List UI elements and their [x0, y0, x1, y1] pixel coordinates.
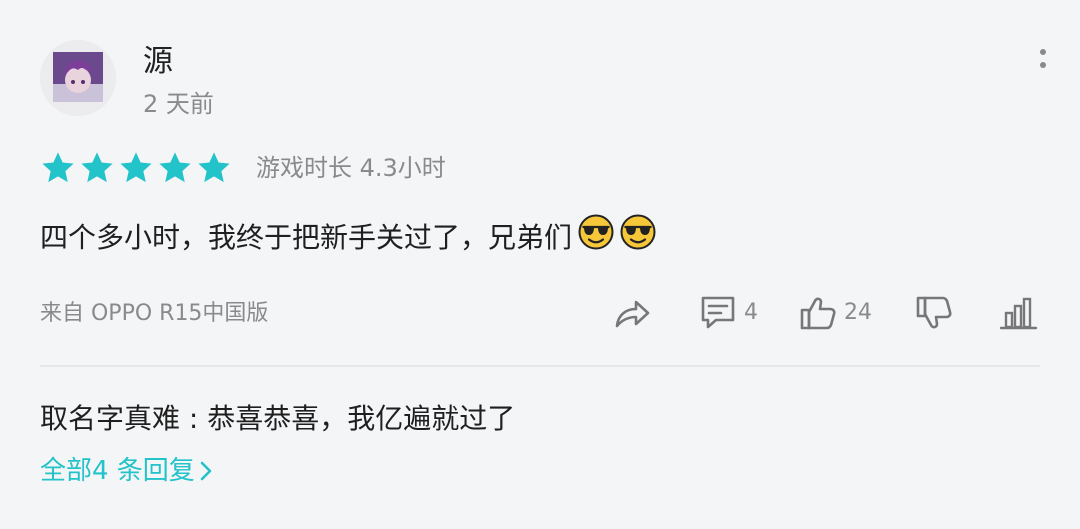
- star-icon: [120, 152, 152, 183]
- chevron-right-icon: [200, 461, 212, 481]
- share-button[interactable]: [612, 290, 652, 336]
- star-icon: [42, 152, 74, 183]
- stats-button[interactable]: [998, 290, 1038, 336]
- dislike-button[interactable]: [914, 290, 954, 336]
- review-card: 源 2 天前 游戏时长 4.3小时 四个多小时，我终于把新手关过了，兄弟们 来自…: [0, 0, 1080, 529]
- thumbs-down-icon: [916, 296, 952, 329]
- sunglasses-emoji: [578, 214, 614, 250]
- post-time: 2 天前: [143, 90, 214, 118]
- username[interactable]: 源: [143, 42, 173, 82]
- divider: [40, 365, 1040, 367]
- thumbs-up-icon: [800, 297, 836, 330]
- playtime-label: 游戏时长 4.3小时: [256, 154, 446, 182]
- device-label: 来自 OPPO R15中国版: [40, 301, 269, 326]
- like-button[interactable]: 24: [798, 290, 872, 336]
- star-rating: [40, 150, 232, 186]
- star-icon: [81, 152, 113, 183]
- bar-chart-icon: [999, 297, 1038, 330]
- comment-icon: [701, 296, 735, 329]
- star-icon: [159, 152, 191, 183]
- share-icon: [615, 300, 650, 328]
- review-emojis: [572, 214, 656, 262]
- sunglasses-emoji: [620, 214, 656, 250]
- more-options-button[interactable]: [1028, 40, 1058, 76]
- all-replies-label: 全部4 条回复: [40, 456, 195, 486]
- reply-text: 恭喜恭喜，我亿遍就过了: [207, 402, 516, 435]
- comment-button[interactable]: 4: [698, 290, 758, 336]
- star-icon: [198, 152, 230, 183]
- rating-row: 游戏时长 4.3小时: [40, 148, 446, 188]
- review-text: 四个多小时，我终于把新手关过了，兄弟们: [40, 221, 573, 254]
- all-replies-link[interactable]: 全部4 条回复: [40, 452, 213, 490]
- more-dot-icon: [1040, 61, 1046, 68]
- reply-author: 取名字真难: [40, 402, 181, 435]
- reply-preview[interactable]: 取名字真难 : 恭喜恭喜，我亿遍就过了: [40, 398, 515, 440]
- comment-count: 4: [744, 300, 758, 325]
- review-body: 四个多小时，我终于把新手关过了，兄弟们: [40, 214, 656, 262]
- avatar[interactable]: [40, 40, 116, 116]
- more-dot-icon: [1040, 48, 1046, 55]
- like-count: 24: [844, 300, 872, 325]
- reply-separator: :: [180, 402, 208, 435]
